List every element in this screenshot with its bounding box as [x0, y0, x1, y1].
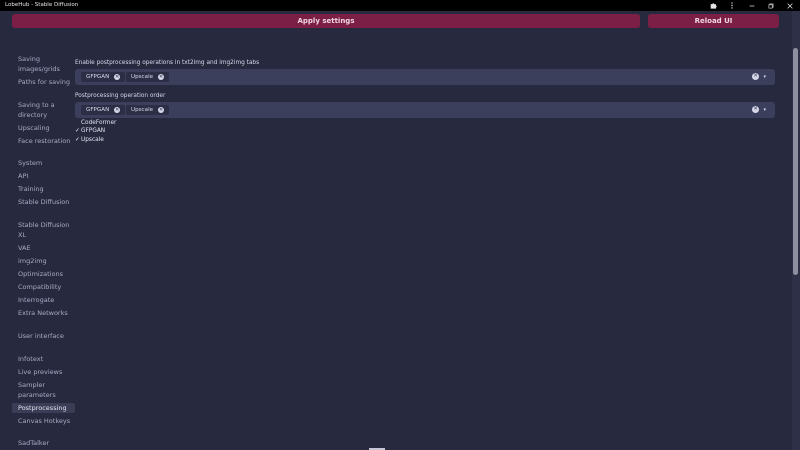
sidebar-item-sadtalker[interactable]: SadTalker [12, 438, 74, 448]
close-button[interactable] [780, 0, 799, 11]
scrollbar-thumb[interactable] [793, 48, 798, 275]
sidebar-item-api[interactable]: API [12, 171, 74, 181]
remove-chip-icon[interactable]: ✕ [158, 107, 165, 113]
puzzle-icon [710, 3, 717, 9]
chevron-down-icon[interactable]: ▾ [763, 106, 766, 114]
chip-upscale: Upscale ✕ [126, 105, 170, 115]
reload-ui-button[interactable]: Reload UI [648, 14, 779, 28]
sidebar-item-upscaling[interactable]: Upscaling [12, 123, 74, 133]
operation-order-select[interactable]: GFPGAN ✕ Upscale ✕ ✕ ▾ [75, 102, 775, 118]
dropdown-option-codeformer[interactable]: CodeFormer [75, 119, 116, 127]
sidebar-item-optimizations[interactable]: Optimizations [12, 269, 74, 279]
sidebar-item-img2img[interactable]: img2img [12, 256, 74, 266]
restore-icon [768, 3, 773, 8]
sidebar-item-sampler-parameters[interactable]: Sampler parameters [12, 380, 74, 400]
chip-upscale: Upscale ✕ [126, 72, 170, 82]
more-vertical-icon [730, 2, 733, 9]
sidebar-item-interrogate[interactable]: Interrogate [12, 295, 74, 305]
operation-order-label: Postprocessing operation order [75, 93, 166, 99]
sidebar-item-extra-networks[interactable]: Extra Networks [12, 308, 74, 328]
sidebar-item-training[interactable]: Training [12, 184, 74, 194]
close-icon [786, 2, 793, 9]
option-label: CodeFormer [81, 120, 117, 126]
remove-chip-icon[interactable]: ✕ [114, 107, 121, 113]
sidebar-item-saving-images-grids[interactable]: Saving images/grids [12, 54, 74, 74]
sidebar-item-paths-for-saving[interactable]: Paths for saving [12, 77, 74, 97]
sidebar-item-vae[interactable]: VAE [12, 243, 74, 253]
sidebar-item-saving-to-a-directory[interactable]: Saving to a directory [12, 100, 74, 120]
dropdown-option-gfpgan[interactable]: ✓GFPGAN [75, 127, 105, 135]
sidebar-item-user-interface[interactable]: User interface [12, 331, 74, 351]
chip-label: Upscale [131, 74, 154, 80]
sidebar-item-system[interactable]: System [12, 158, 74, 168]
dropdown-option-upscale[interactable]: ✓Upscale [75, 136, 104, 144]
window-title: LobeHub - Stable Diffusion [5, 2, 79, 8]
option-label: Upscale [81, 137, 104, 143]
chevron-down-icon[interactable]: ▾ [763, 73, 766, 81]
title-bar: LobeHub - Stable Diffusion [0, 0, 800, 11]
chip-label: Upscale [131, 107, 154, 113]
chip-label: GFPGAN [86, 107, 110, 113]
sidebar-item-compatibility[interactable]: Compatibility [12, 282, 74, 292]
sidebar-item-stable-diffusion-xl[interactable]: Stable Diffusion XL [12, 220, 74, 240]
sidebar-item-infotext[interactable]: Infotext [12, 354, 74, 364]
clear-icon[interactable]: ✕ [752, 106, 759, 113]
more-button[interactable] [722, 0, 741, 11]
minimize-icon [749, 5, 754, 6]
apply-settings-button[interactable]: Apply settings [12, 14, 640, 28]
chip-gfpgan: GFPGAN ✕ [81, 72, 126, 82]
clear-icon[interactable]: ✕ [752, 73, 759, 80]
remove-chip-icon[interactable]: ✕ [114, 74, 121, 80]
sidebar-item-live-previews[interactable]: Live previews [12, 367, 74, 377]
chip-gfpgan: GFPGAN ✕ [81, 105, 126, 115]
enable-postprocessing-label: Enable postprocessing operations in txt2… [75, 60, 260, 66]
sidebar-item-canvas-hotkeys[interactable]: Canvas Hotkeys [12, 416, 74, 436]
option-label: GFPGAN [81, 128, 106, 134]
sidebar-item-face-restoration[interactable]: Face restoration [12, 136, 74, 156]
chip-label: GFPGAN [86, 74, 110, 80]
remove-chip-icon[interactable]: ✕ [158, 74, 165, 80]
enable-postprocessing-select[interactable]: GFPGAN ✕ Upscale ✕ ✕ ▾ [75, 69, 775, 85]
sidebar-item-stable-diffusion[interactable]: Stable Diffusion [12, 197, 74, 217]
minimize-button[interactable] [742, 0, 761, 11]
extensions-button[interactable] [704, 0, 723, 11]
sidebar-item-postprocessing[interactable]: Postprocessing [12, 403, 75, 413]
restore-button[interactable] [761, 0, 780, 11]
